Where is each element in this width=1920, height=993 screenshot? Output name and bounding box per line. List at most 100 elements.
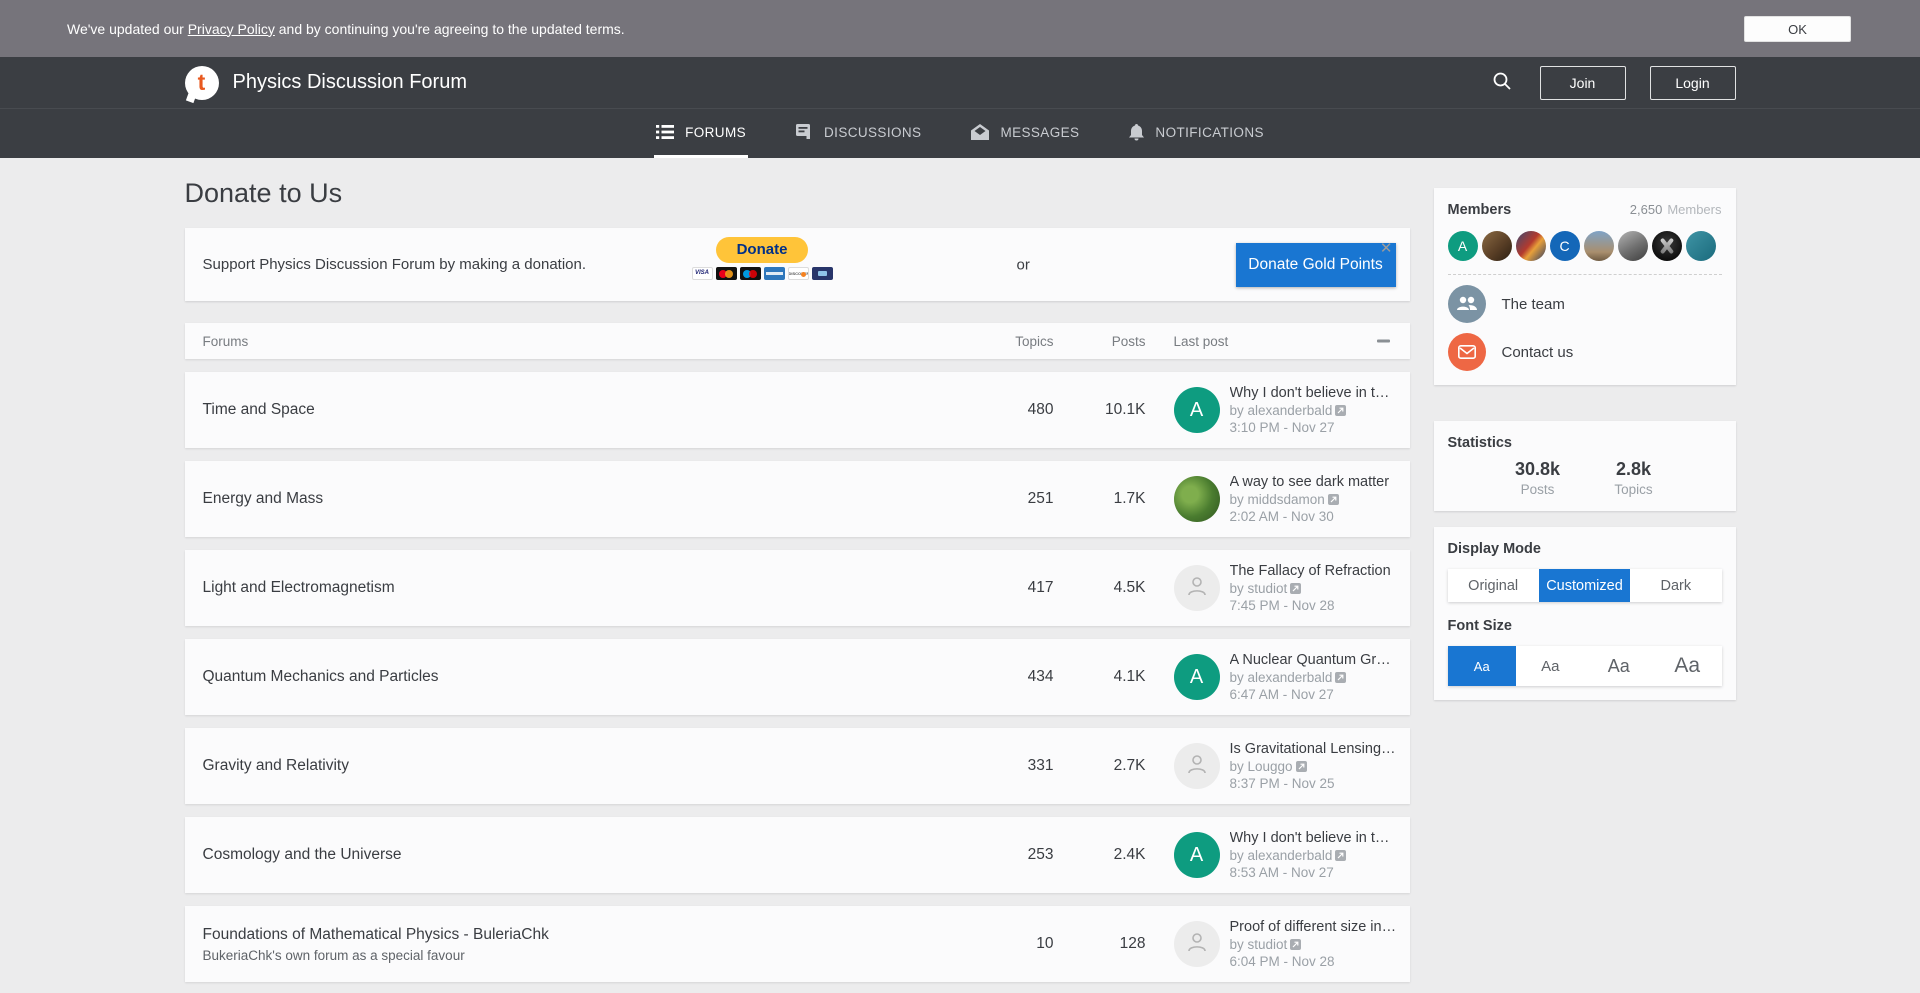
privacy-policy-link[interactable]: Privacy Policy	[188, 21, 275, 37]
forum-name[interactable]: Quantum Mechanics and Particles	[203, 668, 954, 686]
display-mode-original-button[interactable]: Original	[1448, 569, 1539, 602]
avatar[interactable]	[1516, 231, 1546, 261]
forum-name[interactable]: Foundations of Mathematical Physics - Bu…	[203, 926, 954, 944]
goto-post-icon[interactable]	[1335, 405, 1346, 416]
last-post-title[interactable]: A way to see dark matter	[1230, 474, 1390, 490]
last-post-author[interactable]: by alexanderbald	[1230, 403, 1333, 418]
forum-name[interactable]: Light and Electromagnetism	[203, 579, 954, 597]
avatar[interactable]	[1174, 921, 1220, 967]
avatar-letter: A	[1190, 666, 1203, 689]
forum-name[interactable]: Time and Space	[203, 401, 954, 419]
search-button[interactable]	[1488, 67, 1516, 98]
paypal-donate-block: Donate VISA DISCOVER	[690, 237, 835, 280]
goto-post-icon[interactable]	[1290, 939, 1301, 950]
last-post-time: 2:02 AM - Nov 30	[1230, 509, 1390, 524]
goto-post-icon[interactable]	[1290, 583, 1301, 594]
goto-post-icon[interactable]	[1328, 494, 1339, 505]
last-post-author[interactable]: by alexanderbald	[1230, 670, 1333, 685]
goto-post-icon[interactable]	[1335, 850, 1346, 861]
last-post-author[interactable]: by alexanderbald	[1230, 848, 1333, 863]
display-settings-panel: Display Mode Original Customized Dark Fo…	[1434, 527, 1736, 700]
close-icon[interactable]: ✕	[1380, 241, 1393, 256]
font-size-title: Font Size	[1448, 618, 1722, 634]
topics-count: 480	[954, 401, 1054, 419]
donate-gold-points-button[interactable]: Donate Gold Points	[1236, 243, 1396, 287]
header-topics: Topics	[954, 334, 1054, 349]
avatar-letter: A	[1190, 844, 1203, 867]
last-post-title[interactable]: Why I don't believe in t…	[1230, 385, 1390, 401]
avatar-letter: C	[1559, 238, 1569, 254]
site-logo[interactable]: t	[185, 66, 219, 100]
forum-name[interactable]: Energy and Mass	[203, 490, 954, 508]
privacy-message: We've updated our Privacy Policy and by …	[67, 21, 625, 37]
avatar[interactable]: A	[1174, 654, 1220, 700]
avatar[interactable]: C	[1550, 231, 1580, 261]
avatar[interactable]: A	[1448, 231, 1478, 261]
last-post-author[interactable]: by Louggo	[1230, 759, 1293, 774]
join-button[interactable]: Join	[1540, 66, 1626, 100]
person-icon	[1185, 752, 1209, 781]
posts-count: 2.4K	[1054, 846, 1146, 864]
last-post-author[interactable]: by studiot	[1230, 937, 1288, 952]
sidebar: Members 2,650 Members A C The team	[1434, 158, 1736, 700]
tab-messages[interactable]: MESSAGES	[969, 109, 1081, 158]
table-row[interactable]: Light and Electromagnetism 417 4.5K The …	[185, 550, 1410, 626]
font-size-1-button[interactable]: Aa	[1448, 646, 1517, 686]
goto-post-icon[interactable]	[1335, 672, 1346, 683]
topics-count: 331	[954, 757, 1054, 775]
table-row[interactable]: Energy and Mass 251 1.7K A way to see da…	[185, 461, 1410, 537]
tab-notifications[interactable]: NOTIFICATIONS	[1127, 109, 1265, 158]
avatar[interactable]	[1686, 231, 1716, 261]
collapse-icon[interactable]	[1377, 340, 1390, 343]
table-row[interactable]: Time and Space 480 10.1K A Why I don't b…	[185, 372, 1410, 448]
forum-subtitle: BukeriaChk's own forum as a special favo…	[203, 948, 954, 963]
last-post-time: 8:53 AM - Nov 27	[1230, 865, 1390, 880]
main-nav: FORUMS DISCUSSIONS MESSAGES NOTIFICATION…	[0, 108, 1920, 158]
bell-icon	[1129, 124, 1144, 141]
logo-letter: t	[198, 71, 206, 94]
statistics-title: Statistics	[1448, 435, 1722, 451]
avatar[interactable]	[1584, 231, 1614, 261]
avatar[interactable]	[1174, 476, 1220, 522]
table-row[interactable]: Gravity and Relativity 331 2.7K Is Gravi…	[185, 728, 1410, 804]
avatar[interactable]	[1174, 565, 1220, 611]
display-mode-dark-button[interactable]: Dark	[1630, 569, 1721, 602]
tab-discussions[interactable]: DISCUSSIONS	[794, 109, 923, 158]
mail-icon	[1448, 333, 1486, 371]
last-post-title[interactable]: Is Gravitational Lensing…	[1230, 741, 1396, 757]
login-button[interactable]: Login	[1650, 66, 1736, 100]
last-post-title[interactable]: Proof of different size in…	[1230, 919, 1397, 935]
last-post-title[interactable]: The Fallacy of Refraction	[1230, 563, 1391, 579]
or-label: or	[1017, 256, 1030, 273]
the-team-link[interactable]: The team	[1448, 285, 1722, 323]
avatar[interactable]	[1652, 231, 1682, 261]
font-size-4-button[interactable]: Aa	[1653, 646, 1722, 686]
avatar[interactable]	[1482, 231, 1512, 261]
font-size-2-button[interactable]: Aa	[1516, 646, 1585, 686]
goto-post-icon[interactable]	[1296, 761, 1307, 772]
posts-stat-label: Posts	[1490, 482, 1586, 497]
tab-forums[interactable]: FORUMS	[654, 109, 748, 158]
avatar[interactable]	[1174, 743, 1220, 789]
table-row[interactable]: Quantum Mechanics and Particles 434 4.1K…	[185, 639, 1410, 715]
paypal-donate-button[interactable]: Donate	[716, 237, 808, 263]
last-post-author[interactable]: by studiot	[1230, 581, 1288, 596]
avatar[interactable]	[1618, 231, 1648, 261]
table-row[interactable]: Foundations of Mathematical Physics - Bu…	[185, 906, 1410, 982]
ok-button[interactable]: OK	[1744, 16, 1851, 42]
tab-discussions-label: DISCUSSIONS	[824, 125, 921, 140]
last-post-title[interactable]: A Nuclear Quantum Gr…	[1230, 652, 1391, 668]
avatar[interactable]: A	[1174, 387, 1220, 433]
tab-messages-label: MESSAGES	[1000, 125, 1079, 140]
table-row[interactable]: Cosmology and the Universe 253 2.4K A Wh…	[185, 817, 1410, 893]
display-mode-customized-button[interactable]: Customized	[1539, 569, 1630, 602]
last-post-author[interactable]: by middsdamon	[1230, 492, 1325, 507]
posts-stat-value: 30.8k	[1490, 459, 1586, 480]
font-size-3-button[interactable]: Aa	[1585, 646, 1654, 686]
forum-name[interactable]: Cosmology and the Universe	[203, 846, 954, 864]
avatar[interactable]: A	[1174, 832, 1220, 878]
contact-us-link[interactable]: Contact us	[1448, 333, 1722, 371]
last-post-title[interactable]: Why I don't believe in t…	[1230, 830, 1390, 846]
forum-name[interactable]: Gravity and Relativity	[203, 757, 954, 775]
amex-card-icon	[764, 267, 785, 280]
